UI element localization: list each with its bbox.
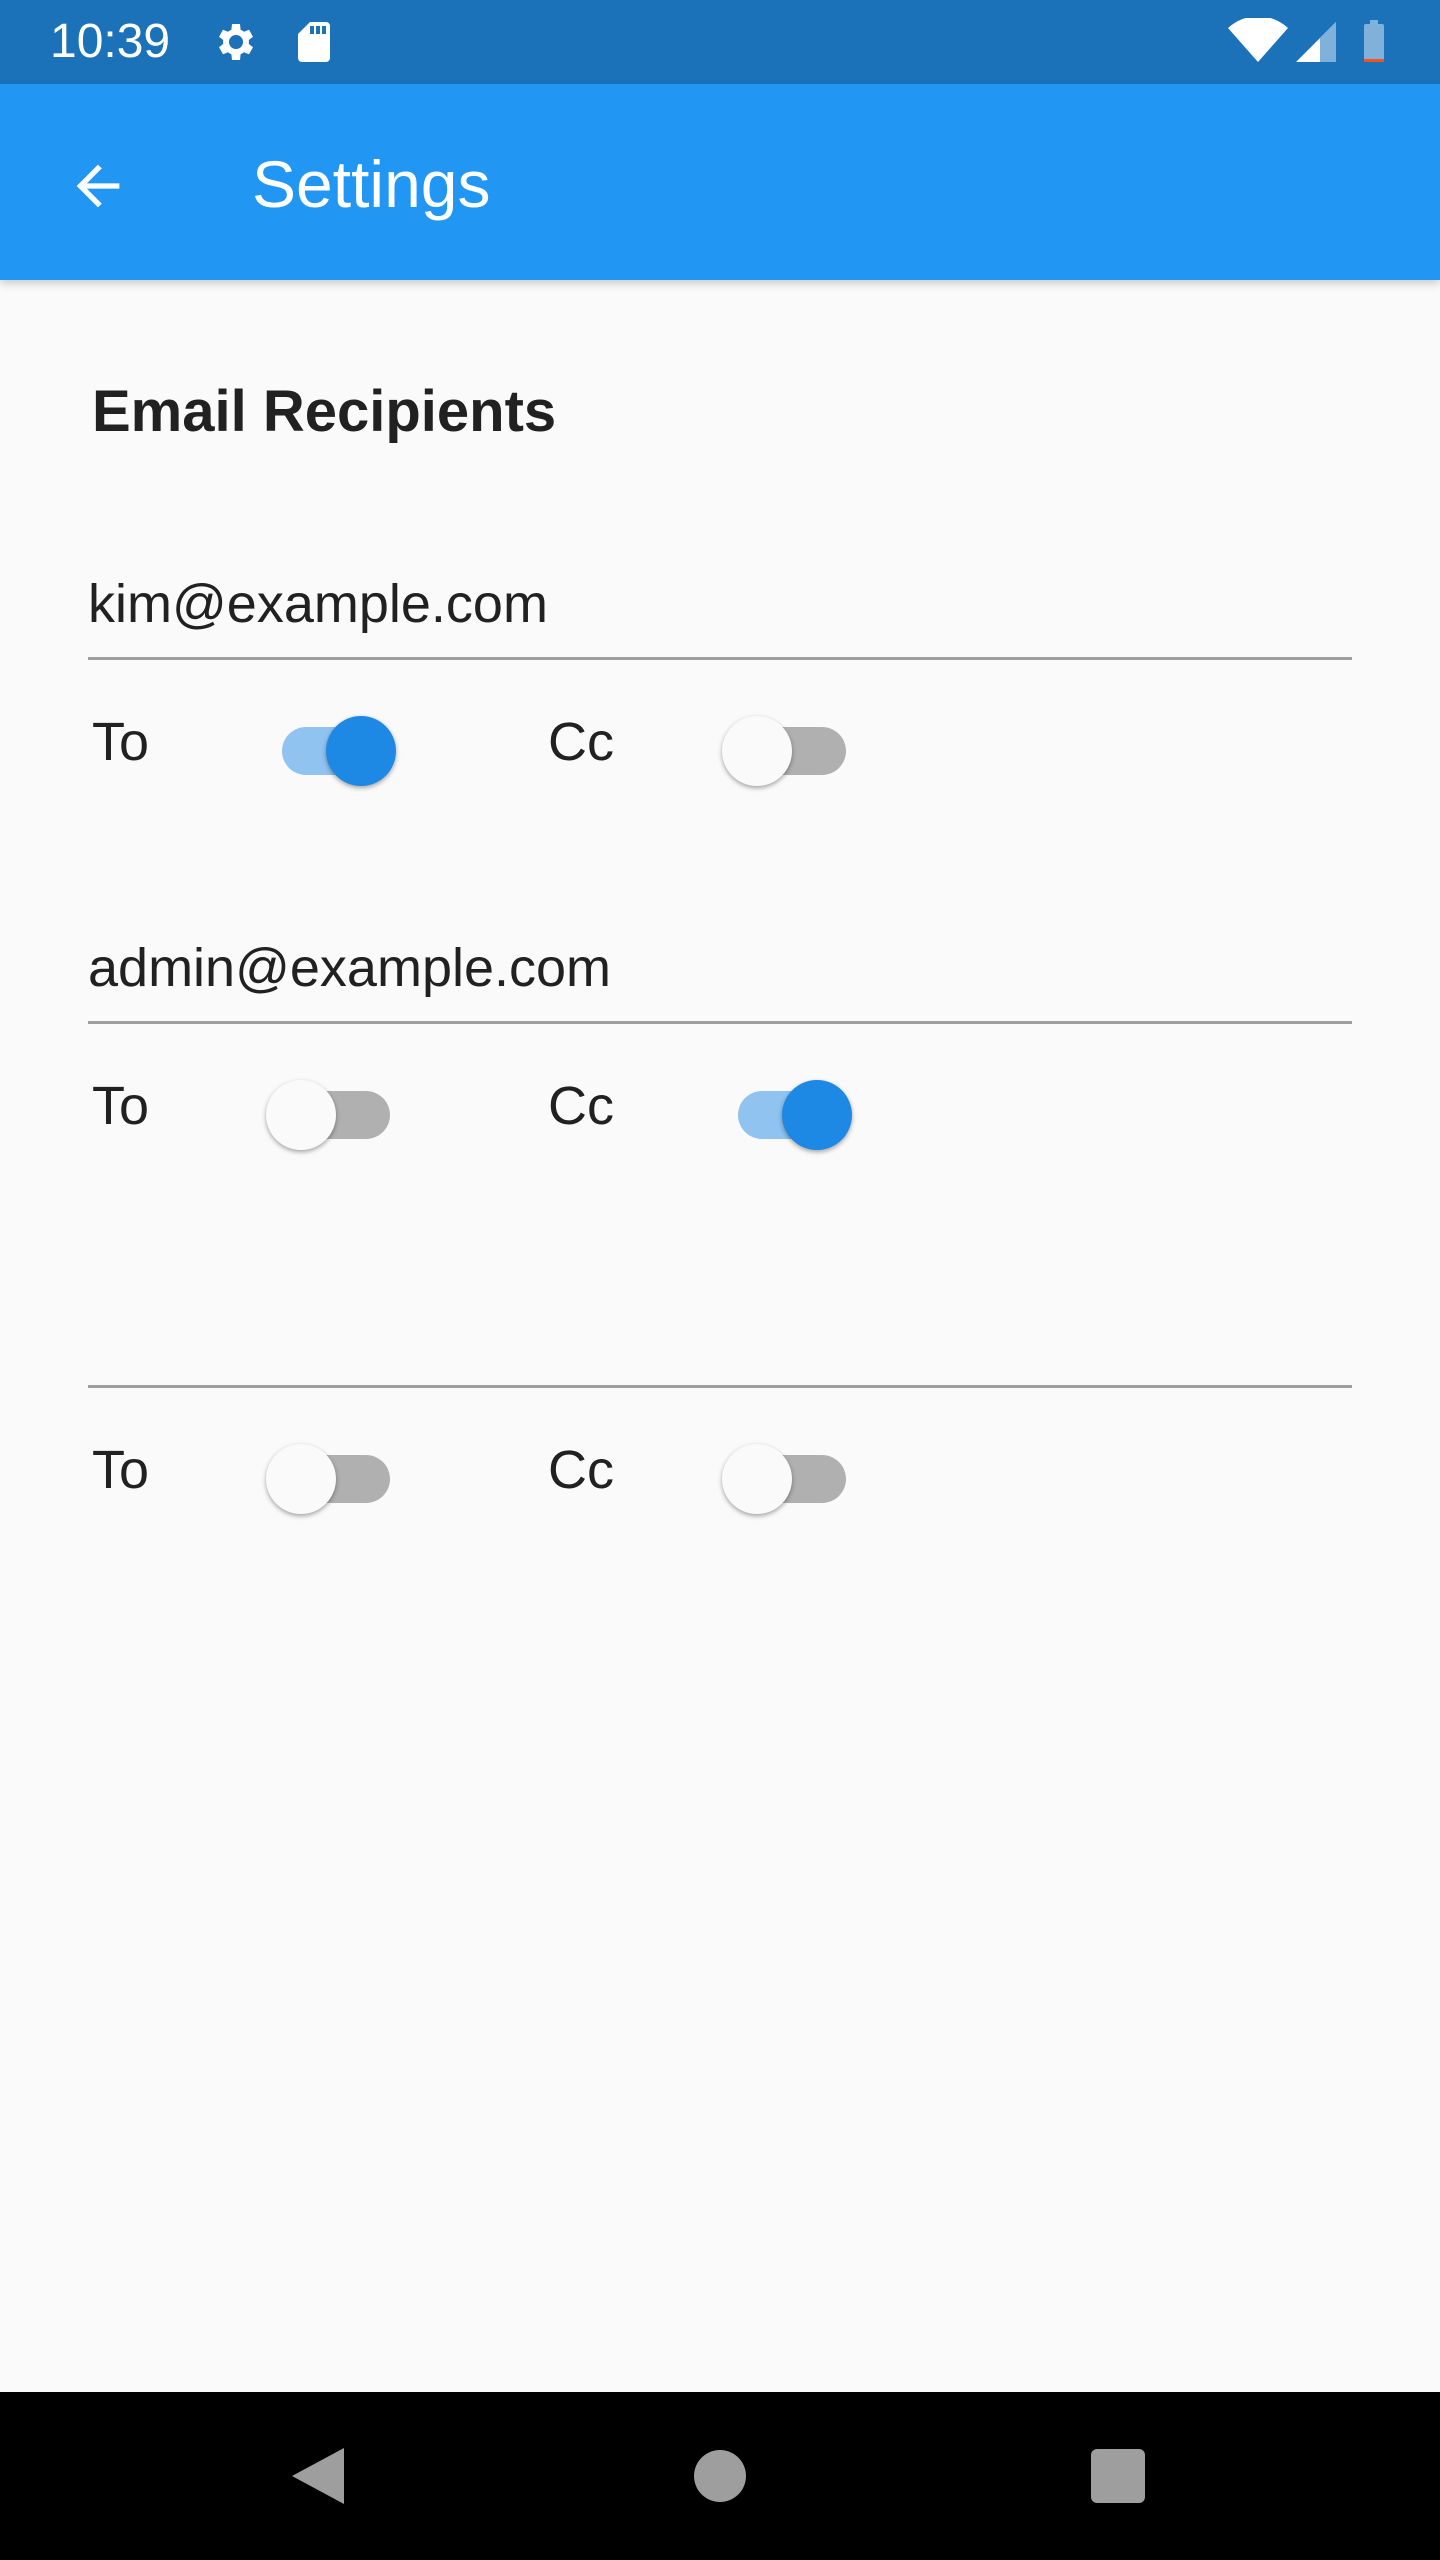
cc-label: Cc bbox=[548, 1076, 614, 1136]
toggle-row: To Cc bbox=[88, 660, 1352, 840]
cell-signal-icon bbox=[1292, 18, 1340, 66]
cc-switch[interactable] bbox=[722, 1060, 862, 1150]
to-label: To bbox=[92, 712, 150, 772]
back-triangle-icon bbox=[288, 2444, 348, 2513]
toggle-row: To Cc bbox=[88, 1024, 1352, 1204]
cc-label: Cc bbox=[548, 712, 614, 772]
cc-label: Cc bbox=[548, 1440, 614, 1500]
toggle-row: To Cc bbox=[88, 1388, 1352, 1568]
settings-screen: 10:39 Settings Email Recipients To bbox=[0, 0, 1440, 2560]
nav-home-button[interactable] bbox=[670, 2428, 770, 2528]
arrow-back-icon bbox=[66, 154, 130, 223]
switch-thumb bbox=[326, 716, 396, 786]
navigation-bar bbox=[0, 2392, 1440, 2560]
to-switch[interactable] bbox=[266, 1424, 406, 1514]
to-label: To bbox=[92, 1076, 150, 1136]
wifi-icon bbox=[1228, 16, 1288, 66]
home-circle-icon bbox=[694, 2449, 746, 2507]
cc-switch[interactable] bbox=[722, 696, 862, 786]
recents-square-icon bbox=[1091, 2448, 1145, 2508]
battery-icon bbox=[1356, 18, 1392, 66]
switch-thumb bbox=[266, 1444, 336, 1514]
page-title: Settings bbox=[252, 147, 491, 221]
switch-thumb bbox=[782, 1080, 852, 1150]
app-bar: Settings bbox=[0, 84, 1440, 280]
status-time: 10:39 bbox=[50, 15, 171, 68]
cc-switch[interactable] bbox=[722, 1424, 862, 1514]
to-switch[interactable] bbox=[266, 1060, 406, 1150]
status-bar: 10:39 bbox=[0, 0, 1440, 84]
nav-back-button[interactable] bbox=[268, 2428, 368, 2528]
to-switch[interactable] bbox=[266, 696, 406, 786]
gear-icon bbox=[212, 18, 260, 66]
switch-thumb bbox=[266, 1080, 336, 1150]
nav-recents-button[interactable] bbox=[1068, 2428, 1168, 2528]
back-button[interactable] bbox=[48, 138, 148, 238]
email-field[interactable] bbox=[88, 520, 1352, 660]
switch-thumb bbox=[722, 1444, 792, 1514]
to-label: To bbox=[92, 1440, 150, 1500]
section-title: Email Recipients bbox=[92, 379, 557, 444]
switch-thumb bbox=[722, 716, 792, 786]
sd-card-icon bbox=[290, 18, 338, 66]
email-field[interactable] bbox=[88, 1248, 1352, 1388]
email-field[interactable] bbox=[88, 884, 1352, 1024]
